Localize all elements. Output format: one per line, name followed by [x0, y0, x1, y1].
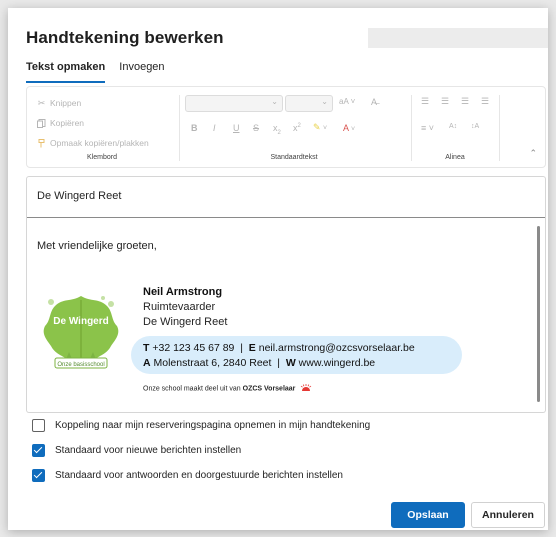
copy-label: Kopiëren — [50, 118, 85, 128]
scissors-icon: ✂ — [37, 97, 46, 108]
ribbon-divider — [179, 95, 180, 161]
header-placeholder-bar — [368, 28, 548, 48]
website[interactable]: www.wingerd.be — [299, 357, 375, 369]
signature-person-role: Ruimtevaarder — [143, 301, 216, 313]
clear-formatting-icon[interactable]: A̶ — [371, 97, 377, 107]
default-replies-checkbox[interactable] — [32, 469, 45, 482]
booking-link-checkbox[interactable] — [32, 419, 45, 432]
email-address[interactable]: neil.armstrong@ozcsvorselaar.be — [259, 342, 415, 354]
font-family-dropdown[interactable]: ⌄ — [185, 95, 283, 112]
option-booking-link[interactable]: Koppeling naar mijn reserveringspagina o… — [32, 419, 370, 432]
signature-editor[interactable]: Met vriendelijke groeten, De Wingerd Onz… — [26, 216, 546, 413]
tab-insert[interactable]: Invoegen — [119, 61, 164, 83]
clipboard-group-label: Klembord — [87, 154, 117, 161]
sunrise-icon — [300, 384, 312, 393]
strikethrough-icon[interactable]: S — [253, 123, 259, 133]
copy-icon — [37, 118, 46, 128]
italic-icon[interactable]: I — [213, 123, 216, 133]
align-icon[interactable]: ≡ ˅ — [421, 123, 434, 133]
tab-format-text[interactable]: Tekst opmaken — [26, 61, 106, 83]
option-default-replies[interactable]: Standaard voor antwoorden en doorgestuur… — [32, 469, 343, 482]
increase-indent-icon[interactable]: ☰ — [481, 96, 489, 107]
ribbon-divider — [411, 95, 412, 161]
booking-link-label: Koppeling naar mijn reserveringspagina o… — [55, 420, 371, 431]
superscript-icon[interactable]: x2 — [293, 123, 301, 133]
chevron-down-icon: ⌄ — [321, 97, 328, 106]
footnote-organization: OZCS Vorselaar — [242, 385, 296, 393]
clipboard-group: ✂ Knippen Kopiëren Opmaak kopiëren/plakk… — [27, 87, 177, 167]
copy-button[interactable]: Kopiëren — [37, 118, 84, 128]
bold-icon[interactable]: B — [191, 123, 198, 133]
font-size-dropdown[interactable]: ⌄ — [285, 95, 333, 112]
collapse-ribbon-icon[interactable]: ⌃ — [529, 148, 537, 159]
web-label: W — [285, 357, 296, 369]
contact-line-address-web: A Molenstraat 6, 2840 Reet | W www.winge… — [143, 357, 376, 369]
cut-label: Knippen — [50, 98, 82, 108]
chevron-down-icon: ⌄ — [271, 97, 278, 106]
decrease-indent-icon[interactable]: ☰ — [461, 96, 469, 107]
numbering-icon[interactable]: ☰ — [441, 96, 449, 107]
paragraph-group: ☰ ☰ ☰ ☰ ≡ ˅ A↕ ↕A Alinea — [413, 87, 497, 167]
option-default-new[interactable]: Standaard voor nieuwe berichten instelle… — [32, 444, 241, 457]
tab-bar: Tekst opmaken Invoegen — [26, 61, 165, 83]
signature-greeting: Met vriendelijke groeten, — [37, 240, 157, 252]
paragraph-spacing-icon[interactable]: ↕A — [471, 123, 479, 130]
default-replies-label: Standaard voor antwoorden en doorgestuur… — [55, 470, 343, 481]
email-label: E — [248, 342, 256, 354]
address: Molenstraat 6, 2840 Reet — [153, 357, 272, 369]
editor-scrollbar[interactable] — [537, 226, 540, 402]
signature-name-field[interactable]: De Wingerd Reet — [26, 176, 546, 218]
edit-signature-dialog: Handtekening bewerken Tekst opmaken Invo… — [8, 8, 548, 530]
footnote-prefix: Onze school maakt deel uit van — [143, 385, 241, 393]
contact-line-phone-email: T +32 123 45 67 89 | E neil.armstrong@oz… — [143, 342, 415, 354]
signature-name-value: De Wingerd Reet — [37, 190, 122, 202]
address-label: A — [143, 357, 151, 369]
signature-footnote: Onze school maakt deel uit van OZCS Vors… — [143, 384, 312, 393]
dialog-title: Handtekening bewerken — [26, 28, 224, 47]
basic-text-group: ⌄ ⌄ aA ˅ A̶ B I U S x2 x2 ✎ ˅ A ˅ Standa… — [181, 87, 407, 167]
font-color-icon[interactable]: A ˅ — [343, 123, 355, 133]
paragraph-group-label: Alinea — [445, 154, 465, 161]
highlight-icon[interactable]: ✎ ˅ — [313, 122, 327, 133]
logo-text: De Wingerd — [53, 316, 108, 327]
line-spacing-icon[interactable]: A↕ — [449, 123, 457, 130]
school-logo: De Wingerd Onze basisschool — [41, 294, 121, 376]
bullets-icon[interactable]: ☰ — [421, 96, 429, 107]
default-new-checkbox[interactable] — [32, 444, 45, 457]
format-painter-icon — [37, 138, 46, 148]
ribbon-divider — [499, 95, 500, 161]
phone-number: +32 123 45 67 89 — [152, 342, 235, 354]
formatting-ribbon: ✂ Knippen Kopiëren Opmaak kopiëren/plakk… — [26, 86, 546, 168]
underline-icon[interactable]: U — [233, 123, 240, 133]
phone-label: T — [143, 342, 150, 354]
decrease-font-size-icon[interactable]: aA ˅ — [339, 97, 355, 106]
subscript-icon[interactable]: x2 — [273, 123, 281, 136]
save-button[interactable]: Opslaan — [391, 502, 465, 528]
format-painter-label: Opmaak kopiëren/plakken — [50, 138, 149, 148]
logo-banner-text: Onze basisschool — [57, 362, 104, 368]
basic-text-group-label: Standaardtekst — [270, 154, 318, 161]
default-new-label: Standaard voor nieuwe berichten instelle… — [55, 445, 242, 456]
cut-button[interactable]: ✂ Knippen — [37, 98, 81, 108]
format-painter-button[interactable]: Opmaak kopiëren/plakken — [37, 138, 149, 148]
cancel-button[interactable]: Annuleren — [471, 502, 545, 528]
signature-person-name: Neil Armstrong — [143, 286, 223, 298]
contact-info-box: T +32 123 45 67 89 | E neil.armstrong@oz… — [131, 336, 462, 374]
signature-organization: De Wingerd Reet — [143, 316, 228, 328]
